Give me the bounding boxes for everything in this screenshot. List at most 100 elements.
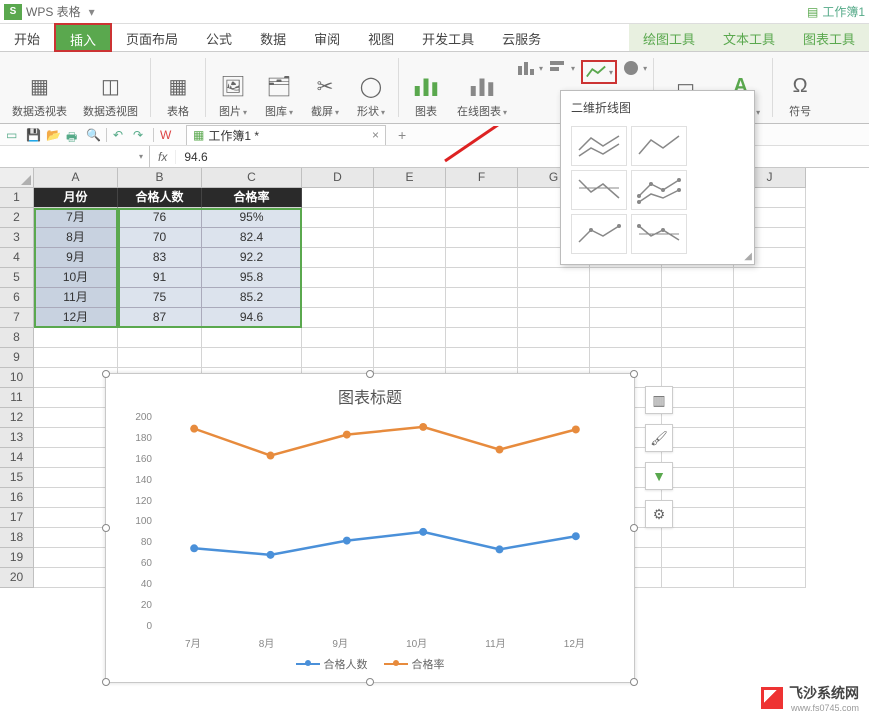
ribbon-tab-开发工具[interactable]: 开发工具 xyxy=(408,24,488,51)
cell-J10[interactable] xyxy=(734,368,806,388)
cell-J16[interactable] xyxy=(734,488,806,508)
cell-C8[interactable] xyxy=(202,328,302,348)
cell-J14[interactable] xyxy=(734,448,806,468)
cell-A7[interactable]: 12月 xyxy=(34,308,118,328)
cell-I9[interactable] xyxy=(662,348,734,368)
cell-F2[interactable] xyxy=(446,208,518,228)
cell-H9[interactable] xyxy=(590,348,662,368)
pivot-table-button[interactable]: ▦ 数据透视表 xyxy=(6,54,73,121)
row-header-6[interactable]: 6 xyxy=(0,288,34,308)
line-chart-option-6[interactable] xyxy=(631,214,687,254)
hbar-chart-dd[interactable]: ▾ xyxy=(549,60,575,76)
document-tab[interactable]: ▦ 工作簿1 * × xyxy=(186,125,386,145)
cell-B6[interactable]: 75 xyxy=(118,288,202,308)
cell-A1[interactable]: 月份 xyxy=(34,188,118,208)
cell-C9[interactable] xyxy=(202,348,302,368)
cell-G7[interactable] xyxy=(518,308,590,328)
cell-A5[interactable]: 10月 xyxy=(34,268,118,288)
line-chart-option-2[interactable] xyxy=(631,126,687,166)
row-header-17[interactable]: 17 xyxy=(0,508,34,528)
line-chart-option-1[interactable] xyxy=(571,126,627,166)
fx-button[interactable]: fx xyxy=(150,150,176,164)
col-header-B[interactable]: B xyxy=(118,168,202,188)
cell-A3[interactable]: 8月 xyxy=(34,228,118,248)
chart-style-button[interactable]: 🖌 xyxy=(645,424,673,452)
cell-C2[interactable]: 95% xyxy=(202,208,302,228)
cell-D6[interactable] xyxy=(302,288,374,308)
ribbon-tab-图表工具[interactable]: 图表工具 xyxy=(789,24,869,51)
row-header-7[interactable]: 7 xyxy=(0,308,34,328)
cell-C1[interactable]: 合格率 xyxy=(202,188,302,208)
ribbon-tab-数据[interactable]: 数据 xyxy=(246,24,300,51)
cell-F6[interactable] xyxy=(446,288,518,308)
qat-save-icon[interactable]: 💾 xyxy=(26,128,40,142)
cell-D5[interactable] xyxy=(302,268,374,288)
cell-G6[interactable] xyxy=(518,288,590,308)
pivot-chart-button[interactable]: ◫ 数据透视图 xyxy=(77,54,144,121)
cell-F7[interactable] xyxy=(446,308,518,328)
ribbon-tab-文本工具[interactable]: 文本工具 xyxy=(709,24,789,51)
cell-B4[interactable]: 83 xyxy=(118,248,202,268)
cell-I20[interactable] xyxy=(662,568,734,588)
cell-H7[interactable] xyxy=(590,308,662,328)
cell-H6[interactable] xyxy=(590,288,662,308)
cell-I5[interactable] xyxy=(662,268,734,288)
cell-J11[interactable] xyxy=(734,388,806,408)
cell-E7[interactable] xyxy=(374,308,446,328)
ribbon-tab-公式[interactable]: 公式 xyxy=(192,24,246,51)
online-chart-button[interactable]: 在线图表▾ xyxy=(451,54,513,121)
row-header-5[interactable]: 5 xyxy=(0,268,34,288)
col-header-F[interactable]: F xyxy=(446,168,518,188)
cell-F1[interactable] xyxy=(446,188,518,208)
cell-J6[interactable] xyxy=(734,288,806,308)
row-header-8[interactable]: 8 xyxy=(0,328,34,348)
cell-C5[interactable]: 95.8 xyxy=(202,268,302,288)
screenshot-button[interactable]: ✂ 截屏▾ xyxy=(304,54,346,121)
cell-A6[interactable]: 11月 xyxy=(34,288,118,308)
picture-button[interactable]: 🖼 图片▾ xyxy=(212,54,254,121)
cell-I18[interactable] xyxy=(662,528,734,548)
cell-F4[interactable] xyxy=(446,248,518,268)
cell-F5[interactable] xyxy=(446,268,518,288)
ribbon-tab-页面布局[interactable]: 页面布局 xyxy=(112,24,192,51)
cell-A4[interactable]: 9月 xyxy=(34,248,118,268)
cell-J17[interactable] xyxy=(734,508,806,528)
cell-B7[interactable]: 87 xyxy=(118,308,202,328)
cell-D1[interactable] xyxy=(302,188,374,208)
table-button[interactable]: ▦ 表格 xyxy=(157,54,199,121)
cell-E9[interactable] xyxy=(374,348,446,368)
cell-J13[interactable] xyxy=(734,428,806,448)
cell-D3[interactable] xyxy=(302,228,374,248)
formula-input[interactable]: 94.6 xyxy=(176,150,869,164)
cell-C7[interactable]: 94.6 xyxy=(202,308,302,328)
cell-B2[interactable]: 76 xyxy=(118,208,202,228)
cell-E5[interactable] xyxy=(374,268,446,288)
cell-G5[interactable] xyxy=(518,268,590,288)
pie-chart-dd[interactable]: ▾ xyxy=(623,60,647,76)
col-header-D[interactable]: D xyxy=(302,168,374,188)
cell-D2[interactable] xyxy=(302,208,374,228)
chart-plot-area[interactable]: 020406080100120140160180200 7月8月9月10月11月… xyxy=(156,412,614,632)
cell-J5[interactable] xyxy=(734,268,806,288)
cell-C6[interactable]: 85.2 xyxy=(202,288,302,308)
cell-C4[interactable]: 92.2 xyxy=(202,248,302,268)
cell-A8[interactable] xyxy=(34,328,118,348)
cell-D4[interactable] xyxy=(302,248,374,268)
row-header-20[interactable]: 20 xyxy=(0,568,34,588)
qat-undo-icon[interactable]: ↶ xyxy=(113,128,127,142)
cell-D7[interactable] xyxy=(302,308,374,328)
row-header-9[interactable]: 9 xyxy=(0,348,34,368)
qat-print-icon[interactable]: 🖶 xyxy=(66,128,80,142)
ribbon-tab-开始[interactable]: 开始 xyxy=(0,24,54,51)
row-header-18[interactable]: 18 xyxy=(0,528,34,548)
ribbon-tab-视图[interactable]: 视图 xyxy=(354,24,408,51)
cell-B3[interactable]: 70 xyxy=(118,228,202,248)
chart-elements-button[interactable]: ▥ xyxy=(645,386,673,414)
cell-E2[interactable] xyxy=(374,208,446,228)
qat-open-icon[interactable]: 📂 xyxy=(46,128,60,142)
cell-B1[interactable]: 合格人数 xyxy=(118,188,202,208)
col-header-E[interactable]: E xyxy=(374,168,446,188)
ribbon-tab-绘图工具[interactable]: 绘图工具 xyxy=(629,24,709,51)
chart-legend[interactable]: 合格人数 合格率 xyxy=(106,656,634,672)
row-header-4[interactable]: 4 xyxy=(0,248,34,268)
